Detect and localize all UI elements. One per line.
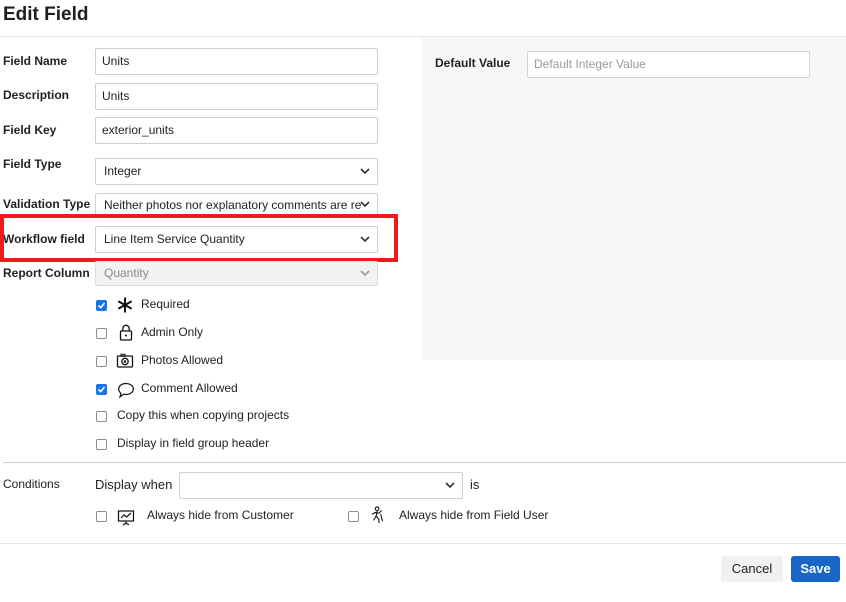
- chevron-down-icon: [445, 481, 455, 488]
- validation-type-value: Neither photos nor explanatory comments …: [104, 198, 362, 212]
- chevron-down-icon: [360, 167, 370, 174]
- report-column-select[interactable]: Quantity: [95, 261, 378, 286]
- display-when-label: Display when: [95, 477, 173, 492]
- required-checkbox[interactable]: [96, 300, 107, 311]
- admin-only-checkbox[interactable]: [96, 328, 107, 339]
- description-label: Description: [3, 88, 70, 102]
- speech-bubble-icon: [118, 382, 134, 399]
- edit-field-title: Edit Field: [3, 4, 89, 25]
- admin-only-label: Admin Only: [141, 325, 204, 339]
- chevron-down-icon: [360, 201, 370, 208]
- default-value-label: Default Value: [435, 56, 511, 70]
- cancel-button[interactable]: Cancel: [721, 556, 783, 582]
- save-button[interactable]: Save: [791, 556, 840, 582]
- default-value-panel: [422, 37, 846, 360]
- lock-icon: [119, 324, 133, 341]
- copy-when-copying-checkbox[interactable]: [96, 411, 107, 422]
- display-in-header-checkbox[interactable]: [96, 439, 107, 450]
- description-input[interactable]: Units: [95, 83, 378, 110]
- presentation-icon: [117, 510, 135, 526]
- display-when-select[interactable]: [179, 472, 463, 499]
- default-value-input[interactable]: Default Integer Value: [527, 51, 810, 78]
- checkmark-icon: [97, 302, 106, 309]
- chevron-down-icon: [360, 269, 370, 276]
- conditions-label: Conditions: [3, 477, 60, 491]
- validation-type-label: Validation Type: [3, 197, 91, 211]
- field-type-value: Integer: [104, 164, 142, 178]
- hide-from-field-user-checkbox[interactable]: [348, 511, 359, 522]
- worker-icon: [371, 506, 384, 524]
- camera-icon: [116, 353, 134, 368]
- checkmark-icon: [97, 386, 106, 393]
- hide-from-customer-checkbox[interactable]: [96, 511, 107, 522]
- conditions-divider: [3, 462, 846, 463]
- photos-allowed-checkbox[interactable]: [96, 356, 107, 367]
- field-type-label: Field Type: [3, 157, 62, 171]
- required-label: Required: [141, 297, 190, 311]
- comment-allowed-label: Comment Allowed: [141, 381, 238, 395]
- workflow-field-highlight: [0, 214, 398, 262]
- copy-when-copying-label: Copy this when copying projects: [117, 408, 290, 422]
- footer-divider: [0, 543, 846, 544]
- field-key-input[interactable]: exterior_units: [95, 117, 378, 144]
- hide-from-field-user-label: Always hide from Field User: [399, 508, 549, 522]
- photos-allowed-label: Photos Allowed: [141, 353, 224, 367]
- is-label: is: [470, 477, 480, 492]
- field-key-label: Field Key: [3, 123, 57, 137]
- asterisk-icon: [117, 297, 133, 313]
- report-column-value: Quantity: [104, 266, 149, 280]
- display-in-header-label: Display in field group header: [117, 436, 270, 450]
- hide-from-customer-label: Always hide from Customer: [147, 508, 294, 522]
- comment-allowed-checkbox[interactable]: [96, 384, 107, 395]
- field-type-select[interactable]: Integer: [95, 158, 378, 185]
- report-column-label: Report Column: [3, 266, 90, 280]
- field-name-input[interactable]: Units: [95, 48, 378, 75]
- field-name-label: Field Name: [3, 54, 68, 68]
